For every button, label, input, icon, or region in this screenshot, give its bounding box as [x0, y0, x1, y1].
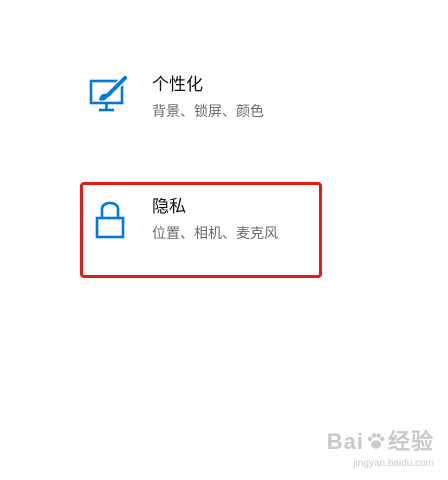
tile-title: 隐私: [152, 197, 186, 217]
watermark-site: jingyan.baidu.com: [353, 458, 434, 469]
settings-tile-personalization[interactable]: 个性化 背景、锁屏、颜色: [84, 62, 320, 148]
tile-title: 个性化: [152, 75, 203, 95]
paw-icon: [366, 431, 386, 456]
watermark-brand-right: 经验: [387, 429, 434, 455]
settings-tile-privacy[interactable]: 隐私 位置、相机、麦克风: [84, 184, 320, 270]
watermark-brand-left: Bai: [326, 429, 364, 455]
lock-icon: [88, 196, 132, 240]
tile-subtitle: 背景、锁屏、颜色: [152, 104, 264, 120]
personalization-paintbrush-monitor-icon: [88, 74, 132, 118]
watermark-logo: Bai 经验: [327, 430, 434, 456]
watermark: Bai 经验 jingyan.baidu.com: [327, 430, 434, 470]
tile-subtitle: 位置、相机、麦克风: [152, 226, 278, 242]
